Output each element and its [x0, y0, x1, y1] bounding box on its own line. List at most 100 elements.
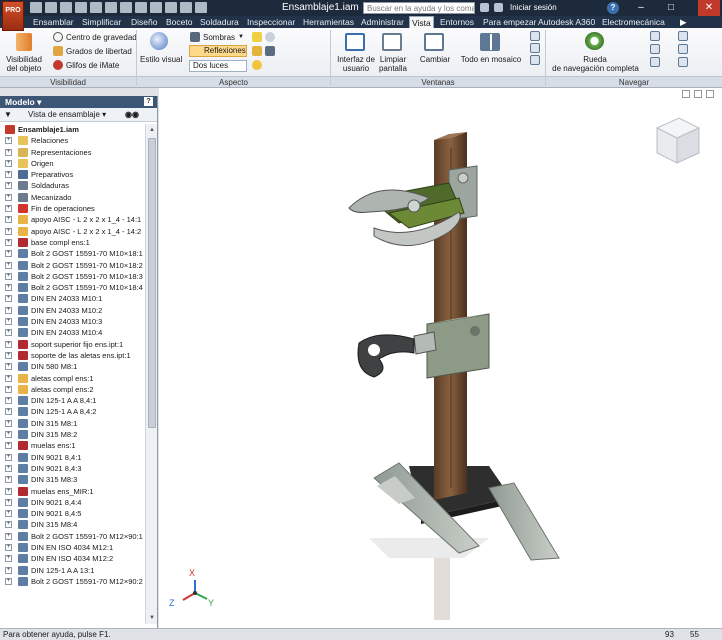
expand-icon[interactable]: +: [5, 397, 12, 405]
tab-autodesk-a360[interactable]: Autodesk A360: [536, 16, 597, 28]
expand-icon[interactable]: +: [5, 521, 12, 529]
clean-screen-icon[interactable]: [382, 33, 402, 51]
tab-vista[interactable]: Vista: [409, 16, 434, 28]
tab-ensamblar[interactable]: Ensamblar: [31, 16, 76, 28]
tab-diseno[interactable]: Diseño: [129, 16, 159, 28]
browser-header[interactable]: Modelo ▾ ?: [0, 96, 157, 108]
lighting-style-select[interactable]: Dos luces: [189, 60, 247, 72]
close-icon[interactable]: ✕: [698, 0, 720, 16]
tree-item[interactable]: + Preparativos: [0, 169, 145, 180]
expand-icon[interactable]: +: [5, 431, 12, 439]
filter-icon[interactable]: ▼: [4, 108, 12, 122]
expand-icon[interactable]: +: [5, 363, 12, 371]
tree-item[interactable]: + DIN 125-1 A A 8,4:1: [0, 395, 145, 406]
tree-item[interactable]: + Bolt 2 GOST 15591-70 M10×18:2: [0, 260, 145, 271]
expand-icon[interactable]: +: [5, 442, 12, 450]
new-icon[interactable]: [30, 2, 42, 13]
tree-item[interactable]: + Bolt 2 GOST 15591-70 M10×18:4: [0, 282, 145, 293]
tab-inspeccionar[interactable]: Inspeccionar: [245, 16, 297, 28]
tree-item[interactable]: + muelas ens_MIR:1: [0, 486, 145, 497]
save-icon[interactable]: [60, 2, 72, 13]
expand-icon[interactable]: +: [5, 419, 12, 427]
expand-icon[interactable]: +: [5, 272, 12, 280]
expand-icon[interactable]: +: [5, 171, 12, 179]
print-icon[interactable]: [135, 2, 147, 13]
tree-item[interactable]: + DIN EN 24033 M10:2: [0, 305, 145, 316]
switch-window-label[interactable]: Cambiar: [416, 55, 454, 64]
material-icon[interactable]: [165, 2, 177, 13]
object-visibility-label-1[interactable]: Visibilidad: [5, 55, 43, 64]
steering-wheel-label-1[interactable]: Rueda: [555, 55, 635, 64]
expand-icon[interactable]: +: [5, 250, 12, 258]
tree-item[interactable]: + DIN 125-1 A A 13:1: [0, 565, 145, 576]
steering-wheel-label-2[interactable]: de navegación completa: [548, 64, 643, 73]
reflections-button[interactable]: Reflexiones: [189, 45, 247, 57]
visual-style-icon[interactable]: [150, 32, 168, 50]
tree-item[interactable]: + DIN EN 24033 M10:1: [0, 293, 145, 304]
help-search-input[interactable]: Buscar en la ayuda y los comandos...: [363, 2, 475, 14]
tree-item[interactable]: + apoyo AISC - L 2 x 2 x 1_4 - 14:2: [0, 226, 145, 237]
expand-icon[interactable]: +: [5, 476, 12, 484]
tree-item[interactable]: + Bolt 2 GOST 15591-70 M12×90:1: [0, 531, 145, 542]
ray-tracing-icon[interactable]: [265, 46, 275, 56]
tree-item[interactable]: + DIN 315 M8:2: [0, 429, 145, 440]
expand-icon[interactable]: +: [5, 148, 12, 156]
sign-in-button[interactable]: Iniciar sesión: [510, 3, 557, 12]
tree-item[interactable]: + DIN EN ISO 4034 M12:1: [0, 542, 145, 553]
expand-icon[interactable]: +: [5, 351, 12, 359]
expand-icon[interactable]: +: [5, 532, 12, 540]
browser-help-icon[interactable]: ?: [144, 97, 153, 106]
tab-soldadura[interactable]: Soldadura: [198, 16, 241, 28]
tree-item[interactable]: + Fin de operaciones: [0, 203, 145, 214]
center-of-gravity-button[interactable]: Centro de gravedad: [53, 31, 137, 43]
texture-icon[interactable]: [252, 46, 262, 56]
tree-item[interactable]: + aletas compl ens:1: [0, 373, 145, 384]
steering-wheel-icon[interactable]: [585, 32, 604, 50]
select-icon[interactable]: [150, 2, 162, 13]
tree-item[interactable]: + DIN EN 24033 M10:4: [0, 327, 145, 338]
tree-item[interactable]: + Soldaduras: [0, 180, 145, 191]
star-icon[interactable]: [494, 3, 503, 12]
scroll-up-icon[interactable]: ▲: [147, 125, 157, 135]
expand-icon[interactable]: +: [5, 498, 12, 506]
tree-item[interactable]: + Representaciones: [0, 147, 145, 158]
tree-item[interactable]: + apoyo AISC - L 2 x 2 x 1_4 - 14:1: [0, 214, 145, 225]
tree-item[interactable]: + base compl ens:1: [0, 237, 145, 248]
expand-icon[interactable]: +: [5, 340, 12, 348]
expand-icon[interactable]: +: [5, 193, 12, 201]
minimize-icon[interactable]: –: [630, 0, 652, 16]
tree-item[interactable]: + Origen: [0, 158, 145, 169]
illumination-icon[interactable]: [252, 60, 262, 70]
update-icon[interactable]: [120, 2, 132, 13]
expand-icon[interactable]: +: [5, 566, 12, 574]
tab-electromecanica[interactable]: Electromecánica: [600, 16, 667, 28]
user-interface-label-1[interactable]: Interfaz de: [336, 55, 376, 64]
tree-item[interactable]: + muelas ens:1: [0, 440, 145, 451]
expand-icon[interactable]: +: [5, 238, 12, 246]
tree-item[interactable]: + Bolt 2 GOST 15591-70 M10×18:1: [0, 248, 145, 259]
user-interface-label-2[interactable]: usuario: [336, 64, 376, 73]
tab-para-empezar[interactable]: Para empezar: [481, 16, 538, 28]
expand-icon[interactable]: +: [5, 295, 12, 303]
scroll-thumb[interactable]: [148, 138, 156, 428]
redo-icon[interactable]: [90, 2, 102, 13]
application-menu-button[interactable]: PRO: [2, 1, 24, 31]
tree-item[interactable]: + Bolt 2 GOST 15591-70 M12×90:2: [0, 576, 145, 587]
tab-entornos[interactable]: Entornos: [438, 16, 476, 28]
look-at-icon[interactable]: [678, 31, 688, 41]
expand-icon[interactable]: +: [5, 318, 12, 326]
undo-icon[interactable]: [75, 2, 87, 13]
arrange-icon[interactable]: [530, 43, 540, 53]
expand-icon[interactable]: +: [5, 408, 12, 416]
ambient-occlusion-icon[interactable]: [265, 32, 275, 42]
open-icon[interactable]: [45, 2, 57, 13]
tree-item[interactable]: + DIN 580 M8:1: [0, 361, 145, 372]
expand-icon[interactable]: +: [5, 159, 12, 167]
tree-item[interactable]: + aletas compl ens:2: [0, 384, 145, 395]
tree-item[interactable]: + DIN 9021 8,4:1: [0, 452, 145, 463]
user-interface-icon[interactable]: [345, 33, 365, 51]
tree-item[interactable]: + DIN 315 M8:4: [0, 519, 145, 530]
color-icon[interactable]: [195, 2, 207, 13]
expand-icon[interactable]: +: [5, 306, 12, 314]
cascade-icon[interactable]: [530, 31, 540, 41]
